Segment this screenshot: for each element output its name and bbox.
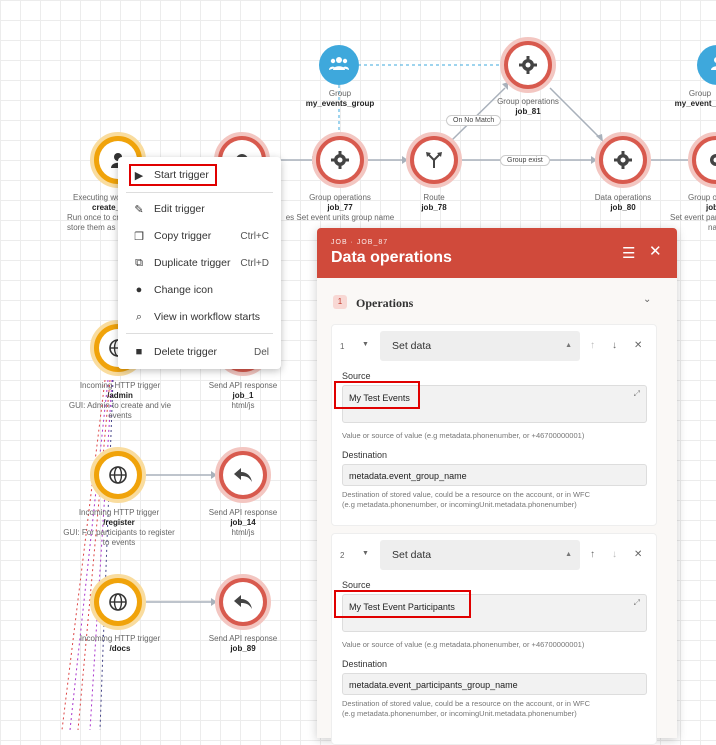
- menu-item-view-in-workflow-starts[interactable]: ⌕ View in workflow starts: [118, 305, 281, 329]
- menu-item-copy-trigger[interactable]: ❐ Copy trigger Ctrl+C: [118, 224, 281, 248]
- trash-icon: ■: [132, 346, 146, 358]
- api-response-label: Send API responsejob_1html/js: [203, 381, 283, 411]
- chevron-down-icon[interactable]: ⌄: [643, 294, 651, 305]
- menu-divider: [126, 192, 273, 193]
- menu-divider: [126, 333, 273, 334]
- operation-type-select[interactable]: Set data ▲: [380, 331, 580, 361]
- expand-icon[interactable]: ⤢: [634, 389, 640, 399]
- expand-icon[interactable]: ⤢: [634, 598, 640, 608]
- http-trigger-label: Incoming HTTP trigger/adminGUI: Admin to…: [60, 381, 180, 421]
- menu-item-delete-trigger[interactable]: ■ Delete trigger Del: [118, 340, 281, 364]
- context-menu: ▶ Start trigger ✎ Edit trigger ❐ Copy tr…: [118, 157, 281, 369]
- shortcut-label: Ctrl+D: [240, 258, 269, 269]
- api-response-label: Send API responsejob_89: [203, 634, 283, 654]
- source-help: Value or source of value (e.g metadata.p…: [342, 431, 642, 441]
- operation-card: 1 ▼ Set data ▲ ↑ ↓ ✕ Source My Test Even…: [331, 324, 657, 526]
- hamburger-menu-icon[interactable]: ☰: [622, 244, 635, 262]
- destination-label: Destination: [342, 450, 387, 460]
- http-trigger-docs[interactable]: [90, 574, 146, 630]
- source-label: Source: [342, 580, 371, 590]
- search-icon: ⌕: [132, 311, 146, 324]
- select-caret-icon: ▲: [565, 540, 572, 570]
- job-node-81[interactable]: [500, 37, 556, 93]
- move-up-icon[interactable]: ↑: [590, 549, 595, 560]
- api-response-node-89[interactable]: [215, 574, 271, 630]
- operation-card: 2 ▼ Set data ▲ ↑ ↓ ✕ Source My Test Even…: [331, 533, 657, 745]
- shortcut-label: Del: [254, 347, 269, 358]
- palette-icon: ●: [132, 284, 146, 296]
- close-icon[interactable]: ✕: [649, 242, 662, 260]
- group-node-my-events[interactable]: [319, 45, 359, 85]
- operation-type-select[interactable]: Set data ▲: [380, 540, 580, 570]
- section-title: Operations: [356, 296, 413, 311]
- destination-help: Destination of stored value, could be a …: [342, 699, 642, 719]
- gear-icon: [320, 140, 360, 180]
- globe-icon: [99, 456, 137, 494]
- people-icon: [707, 55, 716, 76]
- destination-help: Destination of stored value, could be a …: [342, 490, 642, 510]
- reply-icon: [223, 582, 263, 622]
- route-node-label: Routejob_78: [394, 193, 474, 213]
- source-help: Value or source of value (e.g metadata.p…: [342, 640, 642, 650]
- caret-down-icon[interactable]: ▼: [362, 550, 369, 557]
- shortcut-label: Ctrl+C: [240, 231, 269, 242]
- job-panel: JOB · JOB_87 Data operations ☰ ✕ 1 Opera…: [317, 228, 677, 738]
- http-trigger-register[interactable]: [90, 447, 146, 503]
- caret-down-icon[interactable]: ▼: [362, 341, 369, 348]
- http-trigger-label: Incoming HTTP trigger/registerGUI: For p…: [58, 508, 180, 548]
- destination-input[interactable]: metadata.event_participants_group_name: [342, 673, 647, 695]
- destination-label: Destination: [342, 659, 387, 669]
- job-node-80[interactable]: [595, 132, 651, 188]
- job-node-label: Group operationsjob_81: [488, 97, 568, 117]
- gear-icon: [508, 45, 548, 85]
- gear-icon: [696, 140, 716, 180]
- operation-index: 1: [340, 342, 344, 351]
- menu-item-change-icon[interactable]: ● Change icon: [118, 278, 281, 302]
- globe-icon: [99, 583, 137, 621]
- group-node-label: Groupmy_events_group: [300, 89, 380, 109]
- reply-icon: [223, 455, 263, 495]
- highlight-box: [334, 381, 420, 409]
- api-response-label: Send API responsejob_14html/js: [203, 508, 283, 538]
- people-icon: [329, 55, 349, 76]
- job-node-label: Group o job Set event par na: [668, 193, 716, 233]
- gear-icon: [603, 140, 643, 180]
- panel-title: Data operations: [331, 249, 452, 267]
- pencil-icon: ✎: [132, 203, 146, 216]
- api-response-node-14[interactable]: [215, 447, 271, 503]
- panel-header: JOB · JOB_87 Data operations ☰ ✕: [317, 228, 677, 278]
- copy-icon: ❐: [132, 230, 146, 243]
- http-trigger-label: Incoming HTTP trigger/docs: [60, 634, 180, 654]
- operations-section-header[interactable]: 1 Operations ⌄: [331, 292, 661, 312]
- menu-item-edit-trigger[interactable]: ✎ Edit trigger: [118, 197, 281, 221]
- duplicate-icon: ⧉: [132, 257, 146, 270]
- job-node-77[interactable]: [312, 132, 368, 188]
- operation-index: 2: [340, 551, 344, 560]
- move-down-icon[interactable]: ↓: [612, 549, 617, 560]
- move-up-icon[interactable]: ↑: [590, 340, 595, 351]
- highlight-box: [334, 590, 471, 618]
- select-caret-icon: ▲: [565, 331, 572, 361]
- section-number-badge: 1: [333, 295, 347, 309]
- remove-icon[interactable]: ✕: [634, 549, 642, 560]
- source-label: Source: [342, 371, 371, 381]
- panel-subtitle: JOB · JOB_87: [331, 239, 388, 246]
- route-split-icon: [414, 140, 454, 180]
- menu-item-duplicate-trigger[interactable]: ⧉ Duplicate trigger Ctrl+D: [118, 251, 281, 275]
- move-down-icon[interactable]: ↓: [612, 340, 617, 351]
- job-node-label: Data operationsjob_80: [583, 193, 663, 213]
- highlight-box: [129, 164, 217, 186]
- destination-input[interactable]: metadata.event_group_name: [342, 464, 647, 486]
- route-node-78[interactable]: [406, 132, 462, 188]
- edge-label-group-exist: Group exist: [500, 155, 550, 166]
- group-node-label: Groupmy_event_pa: [660, 89, 716, 109]
- remove-icon[interactable]: ✕: [634, 340, 642, 351]
